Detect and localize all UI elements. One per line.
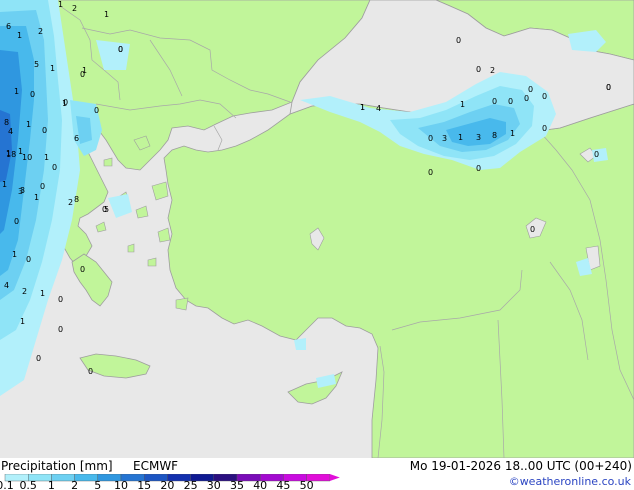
precip-value-label: 0	[476, 164, 481, 173]
legend-tick-label: 10	[114, 479, 128, 490]
precip-value-label: 0	[542, 124, 547, 133]
precip-value-label: 1	[20, 317, 25, 326]
legend-tick-label: 0.1	[0, 479, 14, 490]
precip-value-label: 2	[490, 66, 495, 75]
legend-tick-label: 15	[137, 479, 151, 490]
precip-value-label: 0	[118, 45, 123, 54]
precip-value-label: 1	[17, 31, 22, 40]
precip-value-label: 3	[20, 186, 25, 195]
precip-value-label: 1	[360, 103, 365, 112]
precip-value-label: 6	[6, 22, 11, 31]
legend-tick-label: 25	[184, 479, 198, 490]
site-credit[interactable]: ©weatheronline.co.uk	[509, 475, 631, 489]
precip-value-label: 1	[82, 66, 87, 75]
precip-value-label: 0	[58, 295, 63, 304]
weather-map-view: 1 2 6 2 1 5 1 0 1 0 0 8 6 0 1 0 1 3 4 1 1 8 5 0 18 10 1 0 3 1 2 0 1 0 4 2 1 0…	[0, 0, 634, 490]
legend-tick-label: 40	[253, 479, 267, 490]
precip-value-label: 0	[606, 83, 611, 92]
precip-value-label: 0	[476, 65, 481, 74]
precip-value-label: 1	[62, 99, 67, 108]
precip-value-label: 1	[44, 153, 49, 162]
precip-value-label: 0	[456, 36, 461, 45]
precip-value-label: 1	[2, 180, 7, 189]
legend-tick-label: 30	[207, 479, 221, 490]
precip-value-label: 1	[26, 120, 31, 129]
precip-value-label: 4	[8, 127, 13, 136]
precip-value-label: 18	[6, 150, 16, 159]
precip-value-label: 0	[428, 168, 433, 177]
precip-value-label: 8	[492, 131, 497, 140]
precip-value-label: 1	[458, 133, 463, 142]
precipitation-map: 1 26215 101 00860101341185018 101031201042 10…	[0, 0, 634, 458]
precip-value-label: 3	[476, 133, 481, 142]
precip-value-label: 4	[376, 104, 381, 113]
precip-value-label: 0	[524, 94, 529, 103]
precip-value-label: 1	[34, 193, 39, 202]
precip-value-label: 2	[72, 4, 77, 13]
precip-value-label: 0	[58, 325, 63, 334]
precip-value-label: 0	[36, 354, 41, 363]
precip-value-label: 0	[80, 265, 85, 274]
precip-value-label: 1	[510, 129, 515, 138]
precip-value-label: 1	[40, 289, 45, 298]
precip-value-label: 0	[492, 97, 497, 106]
precip-value-label: 0	[542, 92, 547, 101]
map-title: Precipitation [mm]	[1, 459, 113, 473]
legend-tick-label: 5	[94, 479, 101, 490]
precip-value-label: 2	[38, 27, 43, 36]
precip-value-label: 8	[4, 118, 9, 127]
precip-value-label: 4	[4, 281, 9, 290]
legend-tick-label: 2	[71, 479, 78, 490]
valid-time: Mo 19-01-2026 18..00 UTC (00+240)	[409, 459, 632, 473]
precip-value-label: 6	[74, 134, 79, 143]
precip-value-label: 8	[74, 195, 79, 204]
precip-small-3	[294, 338, 306, 350]
precip-value-label: 0	[52, 163, 57, 172]
precip-value-label: 1	[58, 0, 63, 9]
legend-tick-label: 20	[160, 479, 174, 490]
legend-tick-label: 1	[48, 479, 55, 490]
legend-arrow	[329, 474, 340, 481]
precip-value-label: 0	[26, 255, 31, 264]
precip-value-label: 2	[22, 287, 27, 296]
precip-value-label: 0	[88, 367, 93, 376]
precip-value-label: 0	[94, 106, 99, 115]
precip-value-label: 1	[460, 100, 465, 109]
precip-value-label: 1	[12, 250, 17, 259]
precip-value-label: 1	[50, 64, 55, 73]
color-legend: 0.10.5125101520253035404550	[0, 474, 340, 490]
precip-value-label: 0	[14, 217, 19, 226]
precip-value-label: 1	[104, 10, 109, 19]
precip-value-label: 5	[34, 60, 39, 69]
precip-value-label: 0	[528, 85, 533, 94]
precip-value-label: 0	[508, 97, 513, 106]
precip-value-label: 0	[594, 150, 599, 159]
precip-value-label: 0	[530, 225, 535, 234]
legend-tick-label: 35	[230, 479, 244, 490]
precip-value-label: 0	[42, 126, 47, 135]
precip-value-label: 0	[40, 182, 45, 191]
precip-value-label: 0	[102, 205, 107, 214]
precip-value-label: 0	[30, 90, 35, 99]
precip-value-label: 0	[428, 134, 433, 143]
precip-value-label: 3	[442, 134, 447, 143]
legend-tick-label: 0.5	[19, 479, 37, 490]
precip-value-label: 2	[68, 198, 73, 207]
precip-value-label: 10	[22, 153, 32, 162]
precip-value-label: 1	[14, 87, 19, 96]
legend-tick-label: 45	[276, 479, 290, 490]
legend-tick-label: 50	[300, 479, 314, 490]
model-name: ECMWF	[133, 459, 179, 473]
